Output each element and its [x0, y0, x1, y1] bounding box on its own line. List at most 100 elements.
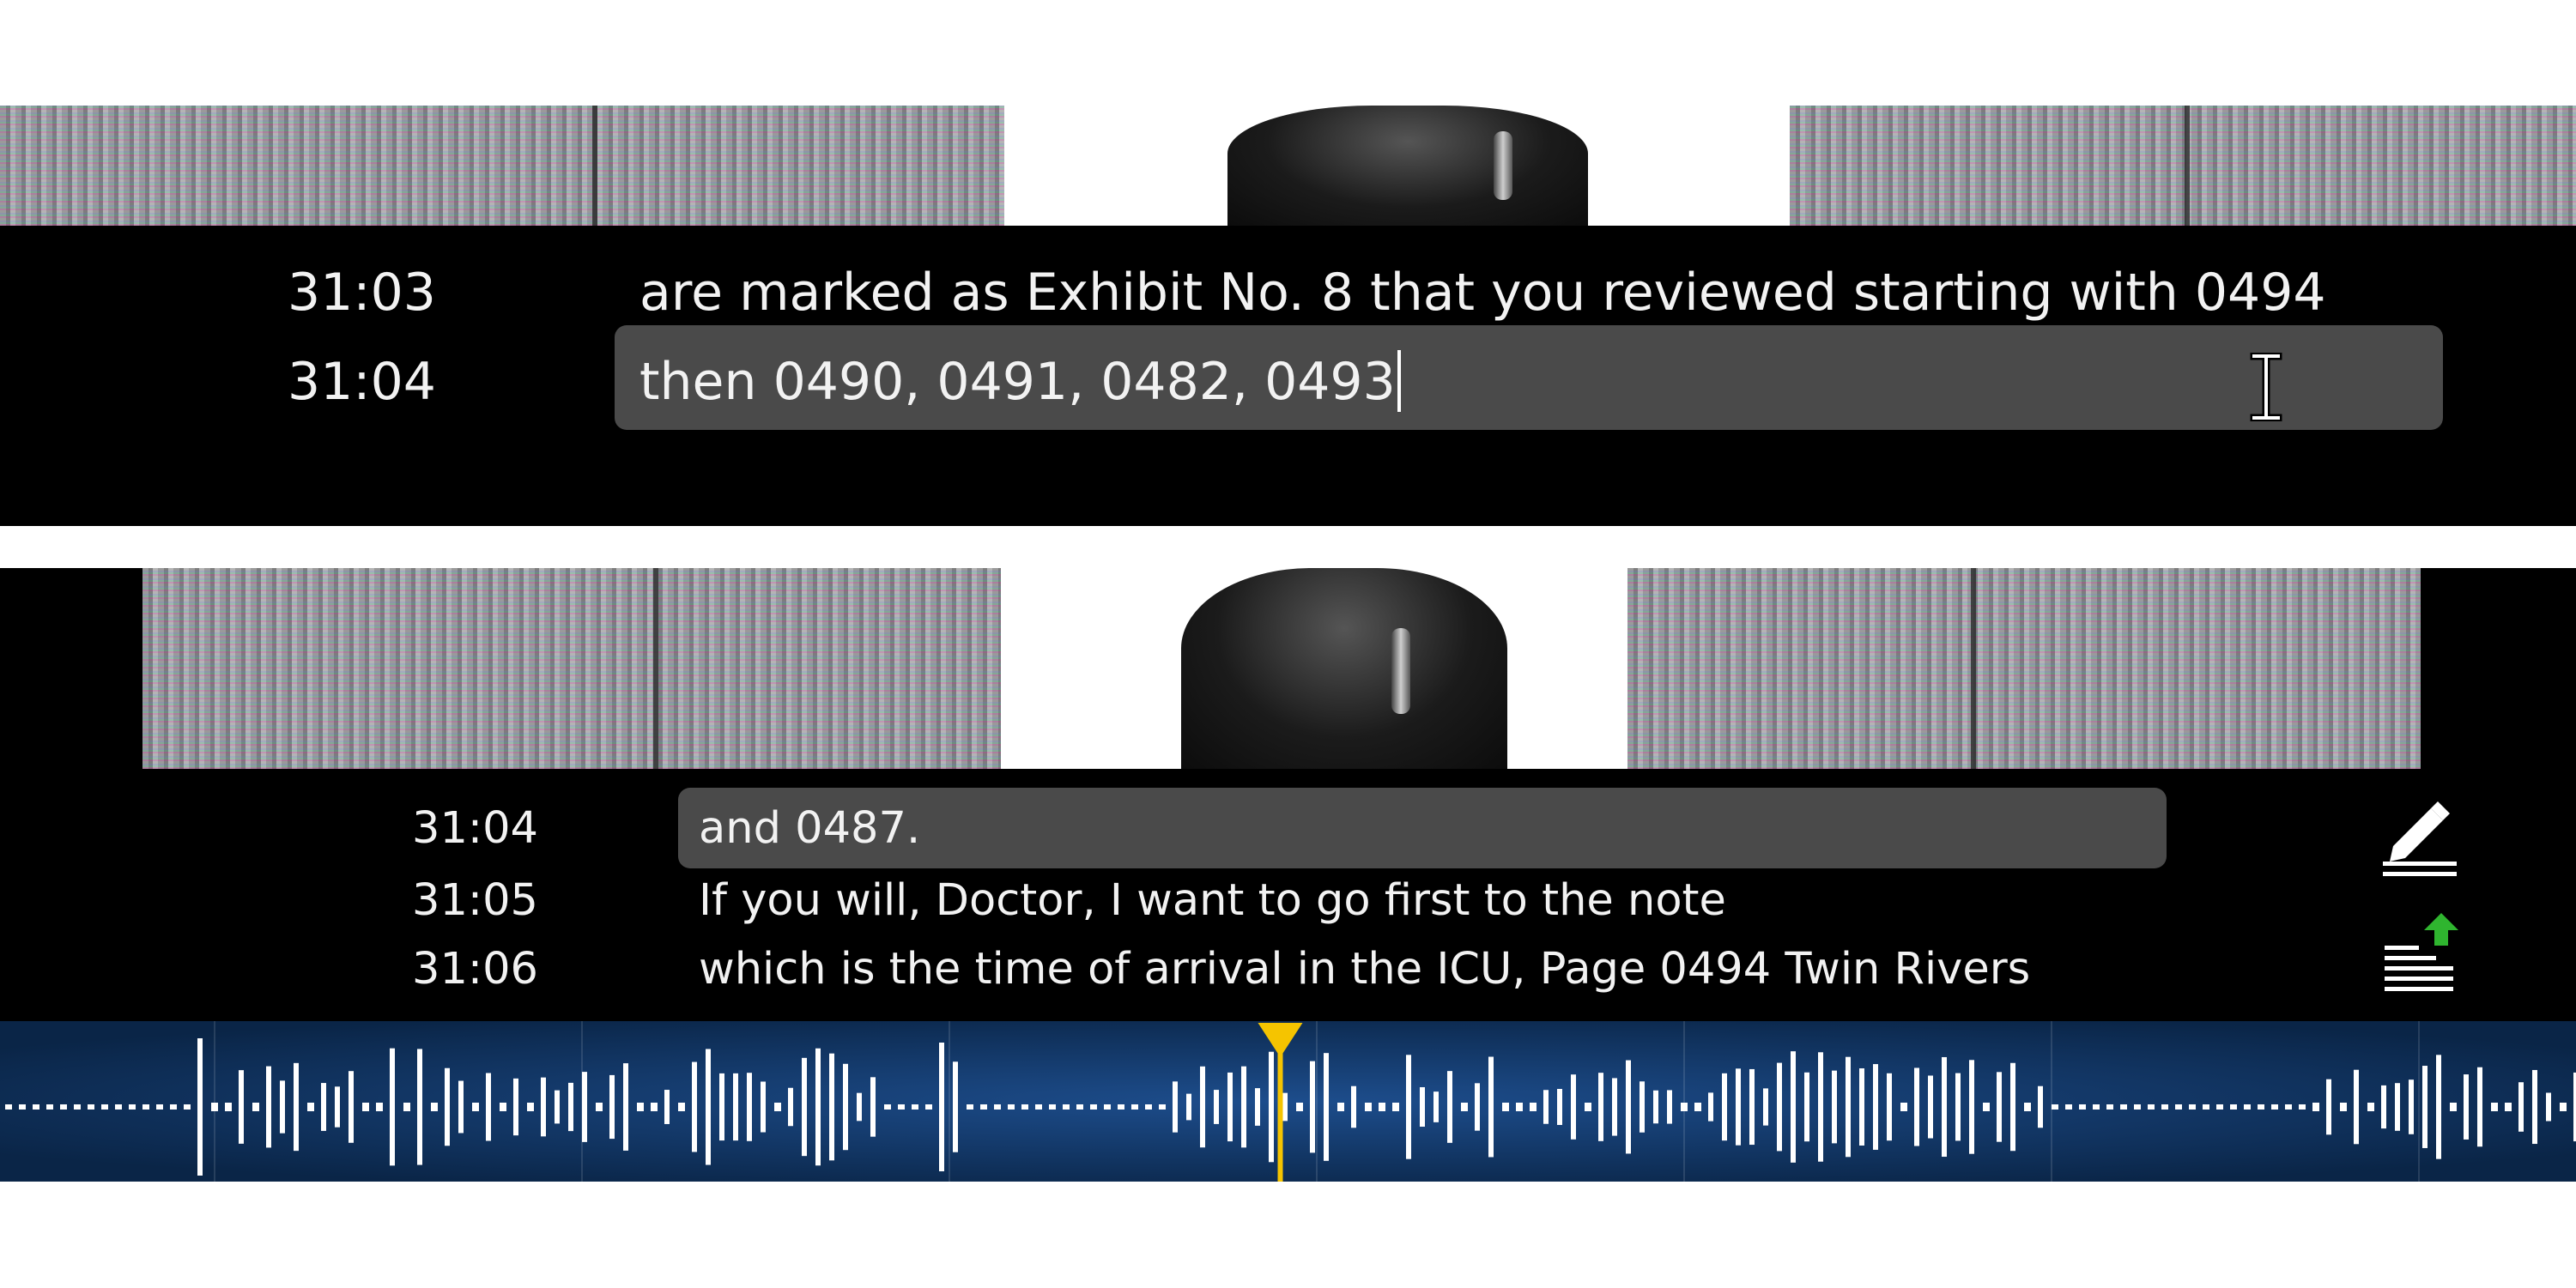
waveform-bar — [513, 1078, 518, 1136]
waveform-bar — [1928, 1075, 1933, 1139]
waveform-bar — [651, 1103, 658, 1111]
waveform-bar — [1241, 1066, 1246, 1148]
timestamp-31-04: 31:04 — [412, 803, 538, 854]
video-seam — [1971, 568, 1976, 769]
waveform-bar — [692, 1061, 697, 1152]
waveform-bar — [2546, 1092, 2551, 1122]
waveform-bar — [2203, 1104, 2209, 1110]
audio-waveform[interactable] — [0, 1021, 2576, 1182]
waveform-bar — [1667, 1090, 1672, 1124]
video-highlight — [1494, 131, 1512, 200]
waveform-bar — [362, 1103, 369, 1111]
waveform-bar — [445, 1067, 450, 1146]
waveform-bar — [1736, 1068, 1741, 1146]
upload-text-icon[interactable] — [2378, 911, 2464, 997]
edit-pencil-icon[interactable] — [2378, 793, 2464, 879]
waveform-bar — [1530, 1103, 1537, 1111]
waveform-bar — [2518, 1082, 2524, 1132]
video-figure — [1227, 106, 1588, 226]
video-frame-top — [0, 106, 2576, 226]
waveform-bar — [788, 1087, 793, 1127]
waveform-bar — [2409, 1079, 2414, 1134]
waveform-bar — [925, 1104, 932, 1110]
waveform-bar — [390, 1048, 395, 1166]
video-highlight — [1391, 628, 1410, 714]
waveform-bar — [843, 1063, 848, 1151]
waveform-bar — [60, 1104, 67, 1110]
waveform-bar — [2477, 1067, 2482, 1147]
waveform-bar — [1296, 1103, 1303, 1111]
waveform-bar — [815, 1048, 821, 1166]
waveform-bar — [1832, 1070, 1837, 1144]
text-caret — [1397, 350, 1401, 412]
waveform-bar — [2354, 1069, 2359, 1145]
waveform-bar — [2422, 1066, 2428, 1148]
waveform-bar — [403, 1103, 410, 1111]
waveform-bar — [541, 1077, 546, 1137]
timestamp-31-05: 31:05 — [412, 875, 538, 926]
waveform-bar — [1516, 1103, 1523, 1111]
waveform-bar — [2052, 1104, 2058, 1110]
waveform-bar — [307, 1103, 314, 1111]
waveform-bar — [2038, 1085, 2043, 1128]
waveform-bar — [252, 1103, 259, 1111]
waveform-bar — [1420, 1086, 1425, 1128]
waveform-bar — [1749, 1068, 1755, 1146]
waveform-bar — [2024, 1103, 2031, 1111]
waveform-bar — [2464, 1074, 2469, 1140]
waveform-bar — [733, 1073, 738, 1141]
waveform-bar — [184, 1104, 191, 1110]
waveform-bar — [1173, 1081, 1178, 1133]
waveform-bar — [1131, 1104, 1138, 1110]
waveform-bar — [74, 1104, 81, 1110]
video-fabric-left — [0, 106, 1004, 226]
waveform-bar — [761, 1081, 766, 1133]
waveform-bar — [1571, 1074, 1576, 1140]
transcript-line: which is the time of arrival in the ICU,… — [699, 944, 2031, 995]
video-seam — [592, 106, 597, 226]
waveform-bar — [1859, 1068, 1864, 1146]
waveform-bar — [1722, 1073, 1727, 1141]
waveform-bar — [1200, 1066, 1205, 1148]
timestamp-31-04: 31:04 — [288, 352, 436, 412]
waveform-bar — [1612, 1078, 1617, 1136]
waveform-bar — [1969, 1060, 1974, 1154]
waveform-bar — [1585, 1103, 1591, 1111]
waveform-bar — [1846, 1056, 1851, 1158]
waveform-bar — [1324, 1053, 1329, 1161]
waveform-bar — [596, 1103, 603, 1111]
waveform-bar — [1488, 1056, 1494, 1158]
waveform-bar — [2532, 1069, 2537, 1145]
waveform-bar — [1008, 1104, 1015, 1110]
waveform-bar — [1804, 1072, 1809, 1142]
waveform-bar — [1475, 1083, 1480, 1131]
waveform-bar — [1818, 1052, 1823, 1162]
waveform-bar — [2079, 1104, 2086, 1110]
waveform-bar — [1145, 1104, 1152, 1110]
waveform-bar — [1598, 1073, 1603, 1141]
waveform-bar — [568, 1082, 573, 1132]
video-fabric-right — [1627, 568, 2421, 769]
waveform-bar — [1365, 1103, 1372, 1111]
transcript-edit-input[interactable]: and 0487. — [699, 807, 920, 850]
transcript-line: If you will, Doctor, I want to go first … — [699, 875, 1726, 926]
transcript-panel-top: 31:03 are marked as Exhibit No. 8 that y… — [0, 106, 2576, 526]
waveform-bar — [266, 1066, 271, 1148]
waveform-bar — [939, 1043, 944, 1171]
waveform-bar — [1159, 1104, 1166, 1110]
waveform-bar — [239, 1070, 244, 1144]
waveform-bar — [1186, 1093, 1191, 1121]
waveform-bar — [802, 1057, 807, 1157]
waveform-bar — [197, 1038, 203, 1176]
waveform-bar — [747, 1073, 752, 1141]
waveform-bar — [1214, 1090, 1219, 1124]
transcript-edit-input[interactable]: then 0490, 0491, 0482, 0493 — [639, 356, 1396, 408]
waveform-bar — [2148, 1104, 2155, 1110]
waveform-bar — [170, 1104, 177, 1110]
video-fabric-left — [142, 568, 1001, 769]
playhead-line[interactable] — [1277, 1038, 1283, 1182]
waveform-bar — [500, 1103, 506, 1111]
waveform-bar — [2560, 1103, 2567, 1111]
waveform-bar — [335, 1086, 340, 1128]
waveform-bar — [88, 1104, 94, 1110]
